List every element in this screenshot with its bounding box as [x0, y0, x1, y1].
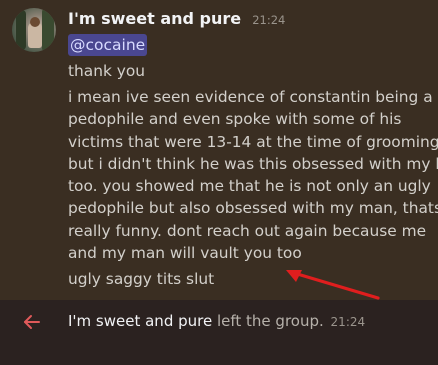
chat-view: I'm sweet and pure 21:24 @cocaine thank …	[0, 0, 438, 365]
message-group: I'm sweet and pure 21:24 @cocaine thank …	[0, 0, 438, 300]
message-text: ugly saggy tits slut	[68, 270, 215, 288]
message-line: but i didn't think he was this obsessed …	[68, 154, 438, 173]
leave-arrow-icon	[24, 315, 40, 329]
message-line: pedophile and even spoke with some of hi…	[68, 110, 402, 129]
author-name[interactable]: I'm sweet and pure	[68, 9, 241, 28]
system-message: I'm sweet and pure left the group. 21:24	[0, 300, 438, 365]
message-text-long: i mean ive seen evidence of constantin b…	[68, 86, 438, 264]
message-line: pedophile but also obsessed with my man,…	[68, 199, 438, 218]
message-header: I'm sweet and pure 21:24	[68, 9, 285, 31]
message-line: i mean ive seen evidence of constantin b…	[68, 88, 433, 106]
message-line: really funny. dont reach out again becau…	[68, 221, 427, 240]
message-timestamp: 21:24	[252, 13, 286, 27]
user-mention[interactable]: @cocaine	[68, 34, 148, 56]
avatar[interactable]	[12, 8, 56, 52]
message-line: and my man will vault you too	[68, 244, 302, 263]
system-action: left the group.	[212, 312, 324, 330]
system-timestamp: 21:24	[330, 315, 366, 329]
avatar-head	[30, 17, 40, 27]
system-user-name[interactable]: I'm sweet and pure	[68, 312, 212, 330]
message-line: too. you showed me that he is not only a…	[68, 177, 431, 196]
message-line: victims that were 13-14 at the time of g…	[68, 132, 438, 151]
avatar-tree	[42, 8, 54, 52]
avatar-tree	[16, 10, 26, 50]
message-text: thank you	[68, 62, 146, 80]
system-text: I'm sweet and pure left the group. 21:24	[68, 312, 365, 330]
